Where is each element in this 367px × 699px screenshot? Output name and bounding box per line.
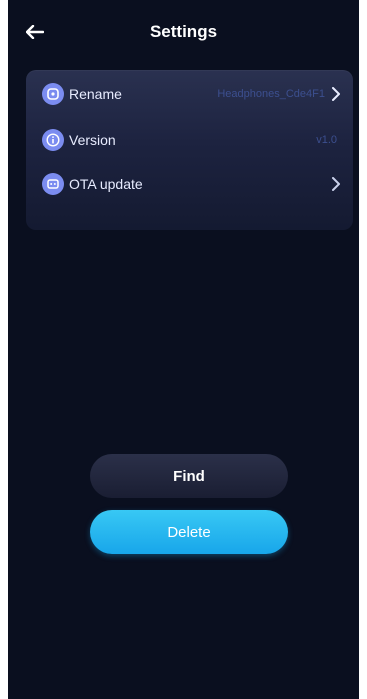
version-label: Version — [69, 132, 116, 148]
rename-icon — [42, 83, 64, 105]
settings-row-ota-update[interactable]: OTA update — [26, 166, 353, 202]
header-bar: Settings — [8, 0, 359, 64]
version-value: v1.0 — [316, 134, 337, 146]
device-name-value: Headphones_Cde4F1 — [217, 88, 325, 100]
settings-row-rename[interactable]: Rename Headphones_Cde4F1 — [26, 76, 353, 112]
page-title: Settings — [149, 22, 218, 41]
settings-row-version: Version v1.0 — [26, 122, 353, 158]
delete-button[interactable]: Delete — [90, 510, 288, 554]
settings-screen: Settings Rename Headphones_Cde4F1 Versio… — [8, 0, 359, 699]
ota-update-icon — [42, 173, 64, 195]
chevron-right-icon — [332, 177, 340, 191]
rename-label: Rename — [69, 86, 122, 102]
find-button[interactable]: Find — [90, 454, 288, 498]
info-icon — [42, 129, 64, 151]
settings-card: Rename Headphones_Cde4F1 Version v1.0 OT… — [26, 70, 353, 230]
ota-update-label: OTA update — [69, 176, 143, 192]
chevron-right-icon — [332, 87, 340, 101]
